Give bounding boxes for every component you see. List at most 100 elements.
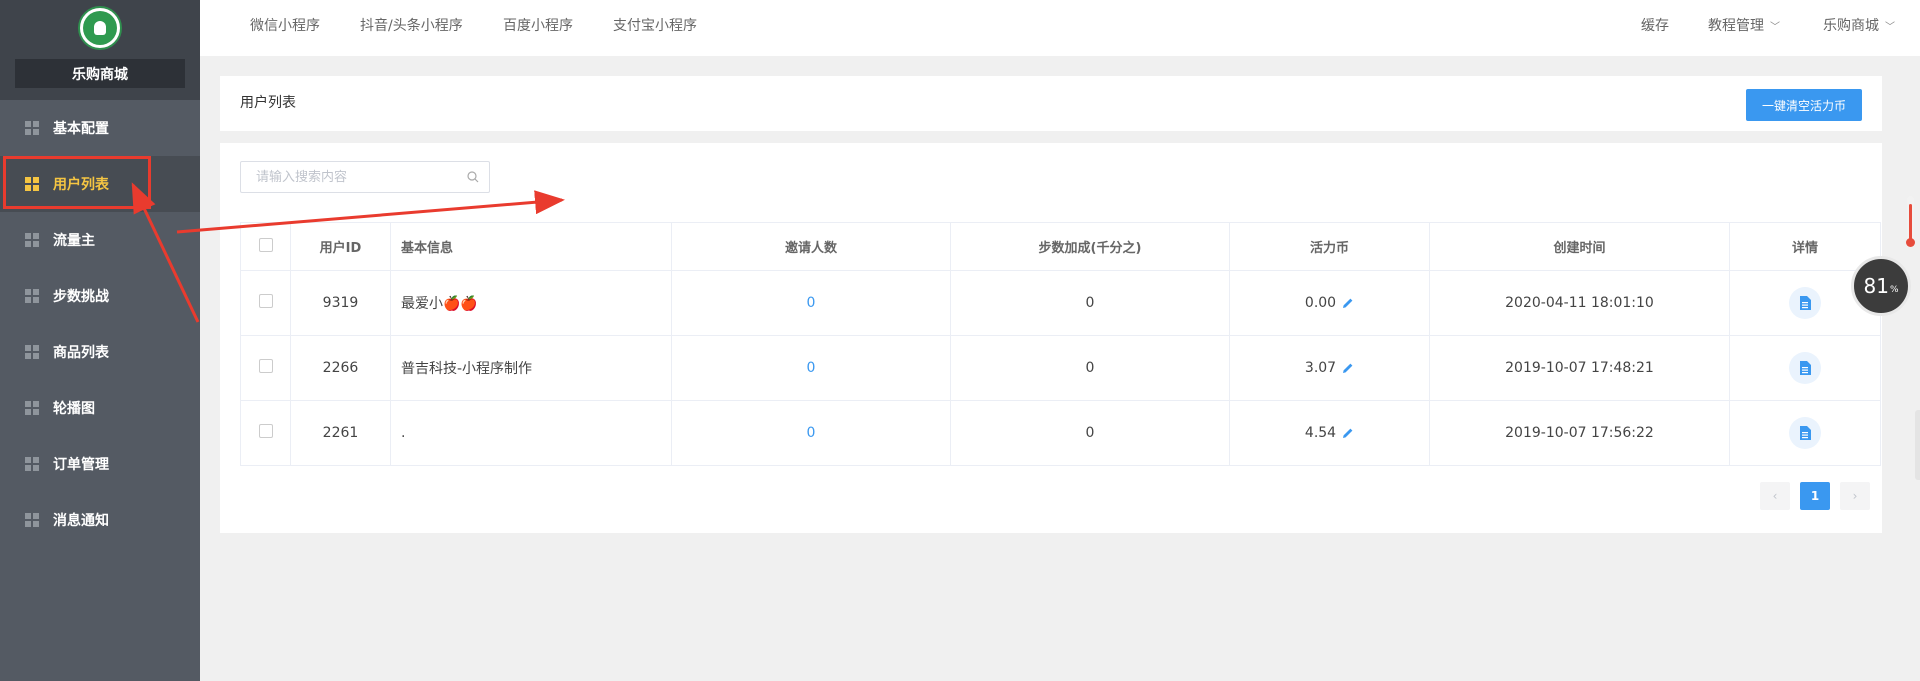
coins-cell: 3.07 <box>1229 335 1430 401</box>
row-select-cell <box>240 335 291 401</box>
performance-gauge[interactable]: 81% <box>1851 256 1911 316</box>
gauge-unit: % <box>1889 285 1899 295</box>
grid-icon <box>25 401 39 415</box>
store-menu-label: 乐购商城 <box>1823 18 1879 34</box>
column-header-user-id: 用户ID <box>290 222 391 271</box>
sidebar-item-orders[interactable]: 订单管理 <box>0 436 200 492</box>
sidebar-item-label: 消息通知 <box>53 513 109 529</box>
bonus-cell: 0 <box>950 335 1230 401</box>
column-header-invites: 邀请人数 <box>671 222 951 271</box>
user-id-cell: 2261 <box>290 400 391 466</box>
side-drawer-handle[interactable] <box>1915 410 1920 480</box>
top-header: 微信小程序 抖音/头条小程序 百度小程序 支付宝小程序 缓存 教程管理 ﹀ 乐购商… <box>200 0 1920 56</box>
column-header-coins: 活力币 <box>1229 222 1430 271</box>
annotation-highlight-box <box>3 156 151 209</box>
detail-cell <box>1729 400 1881 466</box>
user-table: 用户ID 基本信息 邀请人数 步数加成(千分之) 活力币 创建时间 详情 931… <box>240 222 1881 466</box>
sidebar-item-label: 轮播图 <box>53 401 95 417</box>
brand-name: 乐购商城 <box>15 59 185 88</box>
document-icon <box>1800 426 1811 440</box>
column-header-created: 创建时间 <box>1429 222 1730 271</box>
pencil-icon[interactable] <box>1342 427 1354 439</box>
detail-button[interactable] <box>1789 417 1821 449</box>
bonus-cell: 0 <box>950 270 1230 336</box>
column-header-bonus: 步数加成(千分之) <box>950 222 1230 271</box>
grid-icon <box>25 233 39 247</box>
clear-coins-button[interactable]: 一键清空活力币 <box>1746 89 1862 121</box>
gauge-value: 81 <box>1863 274 1889 298</box>
invites-link[interactable]: 0 <box>671 270 951 336</box>
next-page-button[interactable]: › <box>1840 482 1870 510</box>
sidebar-item-label: 步数挑战 <box>53 289 109 305</box>
logo-emblem <box>83 11 117 45</box>
page-header-card: 用户列表 一键清空活力币 <box>220 76 1882 131</box>
pencil-icon[interactable] <box>1342 362 1354 374</box>
search-input[interactable] <box>241 162 461 192</box>
store-menu[interactable]: 乐购商城 ﹀ <box>1823 0 1895 52</box>
grid-icon <box>25 513 39 527</box>
coins-value: 3.07 <box>1304 360 1337 376</box>
coins-cell: 0.00 <box>1229 270 1430 336</box>
column-header-detail: 详情 <box>1729 222 1881 271</box>
chevron-down-icon: ﹀ <box>1885 22 1895 33</box>
tab-douyin[interactable]: 抖音/头条小程序 <box>360 0 463 52</box>
created-cell: 2019-10-07 17:56:22 <box>1429 400 1730 466</box>
coins-cell: 4.54 <box>1229 400 1430 466</box>
user-info-cell: 普吉科技-小程序制作 <box>390 335 672 401</box>
user-info-cell: 最爱小🍎🍎 <box>390 270 672 336</box>
table-row: 9319 最爱小🍎🍎 0 0 0.00 2020-04-11 18:01:10 <box>240 270 1881 336</box>
tab-wechat[interactable]: 微信小程序 <box>250 0 320 52</box>
user-list-card: 用户ID 基本信息 邀请人数 步数加成(千分之) 活力币 创建时间 详情 931… <box>220 143 1882 533</box>
brand-logo[interactable] <box>78 6 122 50</box>
select-all-cell <box>240 222 291 271</box>
sidebar-item-notifications[interactable]: 消息通知 <box>0 492 200 548</box>
user-info-cell: . <box>390 400 672 466</box>
table-header-row: 用户ID 基本信息 邀请人数 步数加成(千分之) 活力币 创建时间 详情 <box>240 222 1881 271</box>
grid-icon <box>25 289 39 303</box>
detail-button[interactable] <box>1789 352 1821 384</box>
user-id-cell: 2266 <box>290 335 391 401</box>
row-checkbox[interactable] <box>258 294 273 308</box>
sidebar-item-label: 基本配置 <box>53 121 109 137</box>
page-number-button[interactable]: 1 <box>1800 482 1830 510</box>
sidebar-item-step-challenge[interactable]: 步数挑战 <box>0 268 200 324</box>
logo-area: 乐购商城 <box>0 0 200 100</box>
tutorial-menu[interactable]: 教程管理 ﹀ <box>1708 0 1780 52</box>
detail-button[interactable] <box>1789 287 1821 319</box>
created-cell: 2020-04-11 18:01:10 <box>1429 270 1730 336</box>
row-select-cell <box>240 270 291 336</box>
invites-link[interactable]: 0 <box>671 400 951 466</box>
tab-alipay[interactable]: 支付宝小程序 <box>613 0 697 52</box>
sidebar-item-products[interactable]: 商品列表 <box>0 324 200 380</box>
row-select-cell <box>240 400 291 466</box>
search-box <box>240 161 490 193</box>
sidebar-item-basic-config[interactable]: 基本配置 <box>0 100 200 156</box>
sidebar-item-traffic[interactable]: 流量主 <box>0 212 200 268</box>
chevron-down-icon: ﹀ <box>1770 22 1780 33</box>
created-cell: 2019-10-07 17:48:21 <box>1429 335 1730 401</box>
sidebar-item-carousel[interactable]: 轮播图 <box>0 380 200 436</box>
sidebar-item-label: 订单管理 <box>53 457 109 473</box>
document-icon <box>1800 361 1811 375</box>
coins-value: 4.54 <box>1304 425 1337 441</box>
tab-baidu[interactable]: 百度小程序 <box>503 0 573 52</box>
thermometer-icon <box>1906 196 1915 247</box>
select-all-checkbox[interactable] <box>258 237 273 252</box>
grid-icon <box>25 121 39 135</box>
user-id-cell: 9319 <box>290 270 391 336</box>
table-row: 2261 . 0 0 4.54 2019-10-07 17:56:22 <box>240 400 1881 466</box>
invites-link[interactable]: 0 <box>671 335 951 401</box>
table-row: 2266 普吉科技-小程序制作 0 0 3.07 2019-10-07 17:4… <box>240 335 1881 401</box>
coins-value: 0.00 <box>1304 295 1337 311</box>
sidebar-item-label: 商品列表 <box>53 345 109 361</box>
row-checkbox[interactable] <box>258 359 273 373</box>
tutorial-menu-label: 教程管理 <box>1708 18 1764 34</box>
document-icon <box>1800 296 1811 310</box>
bonus-cell: 0 <box>950 400 1230 466</box>
pencil-icon[interactable] <box>1342 297 1354 309</box>
prev-page-button[interactable]: ‹ <box>1760 482 1790 510</box>
cache-link[interactable]: 缓存 <box>1641 0 1669 52</box>
row-checkbox[interactable] <box>258 424 273 438</box>
search-icon[interactable] <box>467 171 479 183</box>
grid-icon <box>25 457 39 471</box>
